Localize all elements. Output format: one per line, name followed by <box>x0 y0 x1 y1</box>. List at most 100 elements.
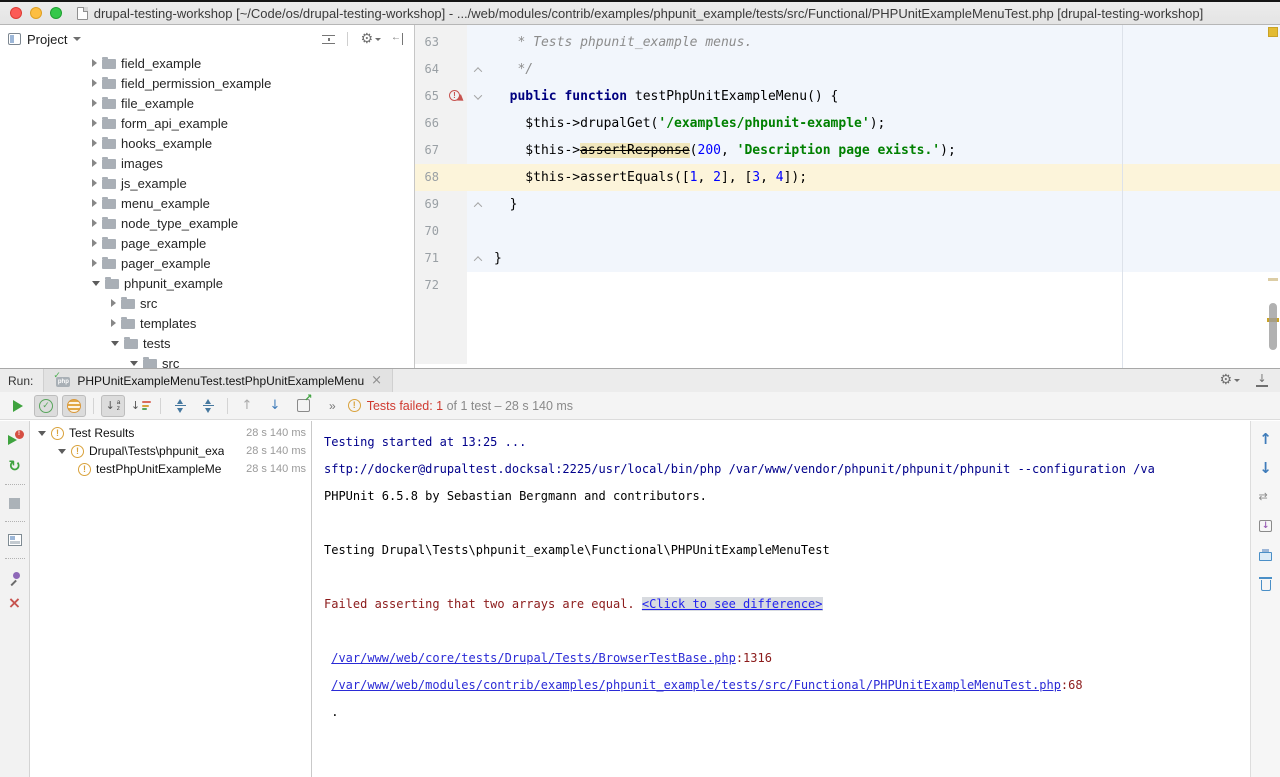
chevron-expanded-icon[interactable] <box>58 449 66 454</box>
collapse-all-button[interactable] <box>196 395 220 417</box>
close-tab-icon[interactable]: × <box>371 375 382 387</box>
soft-wrap-button[interactable]: ⇄ <box>1256 487 1276 507</box>
sort-by-duration-button[interactable]: ↓ <box>129 395 153 417</box>
pin-tab-button[interactable] <box>4 566 26 588</box>
chevron-collapsed-icon[interactable] <box>92 59 97 67</box>
next-occurrence-button[interactable]: ↓ <box>1256 458 1276 478</box>
fold-marker-icon[interactable] <box>474 202 482 210</box>
project-settings-button[interactable]: ⚙ <box>360 33 381 46</box>
close-window-button[interactable] <box>10 7 22 19</box>
overflow-chevron-icon[interactable]: » <box>329 399 336 413</box>
chevron-collapsed-icon[interactable] <box>92 139 97 147</box>
code-text[interactable] <box>489 218 1280 245</box>
hide-panel-down-button[interactable]: ↓ <box>1256 374 1268 387</box>
project-tree-row[interactable]: tests <box>0 333 414 353</box>
toggle-auto-test-button[interactable]: ↻ <box>4 455 26 477</box>
gear-icon: ⚙ <box>1219 374 1232 387</box>
chevron-collapsed-icon[interactable] <box>111 319 116 327</box>
error-stripe-mark[interactable] <box>1268 278 1278 281</box>
run-panel-settings-button[interactable]: ⚙ <box>1219 374 1240 387</box>
code-text[interactable]: } <box>489 191 1280 218</box>
code-editor[interactable]: 63 * Tests phpunit_example menus.64 */65… <box>415 25 1280 368</box>
code-text[interactable]: } <box>489 245 1280 272</box>
project-tree-row[interactable]: src <box>0 353 414 368</box>
console-link[interactable]: <Click to see difference> <box>642 597 823 611</box>
project-tree-row[interactable]: page_example <box>0 233 414 253</box>
chevron-collapsed-icon[interactable] <box>92 239 97 247</box>
folder-icon <box>102 199 116 209</box>
project-tree-row[interactable]: js_example <box>0 173 414 193</box>
chevron-collapsed-icon[interactable] <box>92 99 97 107</box>
show-ignored-toggle[interactable] <box>62 395 86 417</box>
project-tree-row[interactable]: src <box>0 293 414 313</box>
expand-all-button[interactable] <box>168 395 192 417</box>
code-text[interactable]: $this->assertResponse(200, 'Description … <box>489 137 1280 164</box>
chevron-collapsed-icon[interactable] <box>92 159 97 167</box>
tree-item-label: field_example <box>121 56 201 71</box>
chevron-collapsed-icon[interactable] <box>92 79 97 87</box>
project-tree-row[interactable]: file_example <box>0 93 414 113</box>
project-tree-row[interactable]: field_example <box>0 53 414 73</box>
project-panel-title[interactable]: Project <box>27 32 67 47</box>
project-tree-row[interactable]: menu_example <box>0 193 414 213</box>
test-history-button[interactable] <box>291 395 315 417</box>
fold-marker-icon[interactable] <box>474 91 482 99</box>
project-tree-row[interactable]: phpunit_example <box>0 273 414 293</box>
hide-passed-toggle[interactable]: ✓ <box>34 395 58 417</box>
run-configuration-tab[interactable]: php ✓ PHPUnitExampleMenuTest.testPhpUnit… <box>43 369 393 393</box>
chevron-collapsed-icon[interactable] <box>92 219 97 227</box>
tree-item-label: templates <box>140 316 196 331</box>
sort-alphabetically-toggle[interactable]: ↓az <box>101 395 125 417</box>
chevron-collapsed-icon[interactable] <box>111 299 116 307</box>
chevron-expanded-icon[interactable] <box>111 341 119 346</box>
test-console-output[interactable]: Testing started at 13:25 ...sftp://docke… <box>311 421 1250 777</box>
test-tree-row[interactable]: !Drupal\Tests\phpunit_exa28 s 140 ms <box>30 442 311 460</box>
project-tree-row[interactable]: hooks_example <box>0 133 414 153</box>
chevron-expanded-icon[interactable] <box>92 281 100 286</box>
code-text[interactable]: public function testPhpUnitExampleMenu()… <box>489 83 1280 110</box>
code-text[interactable]: */ <box>489 56 1280 83</box>
test-tree-row[interactable]: !testPhpUnitExampleMe28 s 140 ms <box>30 460 311 478</box>
project-tree-row[interactable]: images <box>0 153 414 173</box>
console-link[interactable]: /var/www/web/core/tests/Drupal/Tests/Bro… <box>331 651 736 665</box>
chevron-collapsed-icon[interactable] <box>92 179 97 187</box>
error-stripe-warning-indicator[interactable] <box>1268 27 1278 37</box>
code-text[interactable] <box>489 272 1280 299</box>
code-text[interactable]: $this->assertEquals([1, 2], [3, 4]); <box>489 164 1280 191</box>
rerun-button[interactable] <box>6 395 30 417</box>
test-failed-gutter-icon[interactable]: ! <box>449 90 460 101</box>
chevron-expanded-icon[interactable] <box>130 361 138 366</box>
fold-marker-icon[interactable] <box>474 67 482 75</box>
close-run-panel-button[interactable]: × <box>4 592 26 614</box>
project-tree-row[interactable]: form_api_example <box>0 113 414 133</box>
previous-occurrence-button[interactable]: ↑ <box>1256 429 1276 449</box>
console-link[interactable]: /var/www/web/modules/contrib/examples/ph… <box>331 678 1061 692</box>
restore-layout-button[interactable] <box>4 529 26 551</box>
chevron-collapsed-icon[interactable] <box>92 259 97 267</box>
minimize-window-button[interactable] <box>30 7 42 19</box>
zoom-window-button[interactable] <box>50 7 62 19</box>
collapse-all-icon[interactable] <box>322 33 335 46</box>
chevron-collapsed-icon[interactable] <box>92 119 97 127</box>
project-tree-row[interactable]: templates <box>0 313 414 333</box>
hide-panel-button[interactable] <box>393 33 404 45</box>
clear-all-button[interactable] <box>1256 574 1276 594</box>
project-tree-row[interactable]: pager_example <box>0 253 414 273</box>
code-text[interactable]: $this->drupalGet('/examples/phpunit-exam… <box>489 110 1280 137</box>
project-tree-row[interactable]: node_type_example <box>0 213 414 233</box>
chevron-expanded-icon[interactable] <box>38 431 46 436</box>
editor-scrollbar-thumb[interactable] <box>1269 303 1277 350</box>
scroll-to-end-button[interactable]: ↓ <box>1256 516 1276 536</box>
rerun-failed-tests-button[interactable]: ! <box>4 429 26 451</box>
next-failed-test-button[interactable]: ↓ <box>263 395 287 417</box>
fold-marker-icon[interactable] <box>474 256 482 264</box>
print-button[interactable] <box>1256 545 1276 565</box>
code-text[interactable]: * Tests phpunit_example menus. <box>489 29 1280 56</box>
test-tree-row[interactable]: !Test Results28 s 140 ms <box>30 424 311 442</box>
previous-failed-test-button[interactable]: ↑ <box>235 395 259 417</box>
stop-button[interactable] <box>4 492 26 514</box>
project-tree-row[interactable]: field_permission_example <box>0 73 414 93</box>
chevron-down-icon[interactable] <box>73 37 81 41</box>
chevron-collapsed-icon[interactable] <box>92 199 97 207</box>
fold-strip <box>467 29 489 56</box>
